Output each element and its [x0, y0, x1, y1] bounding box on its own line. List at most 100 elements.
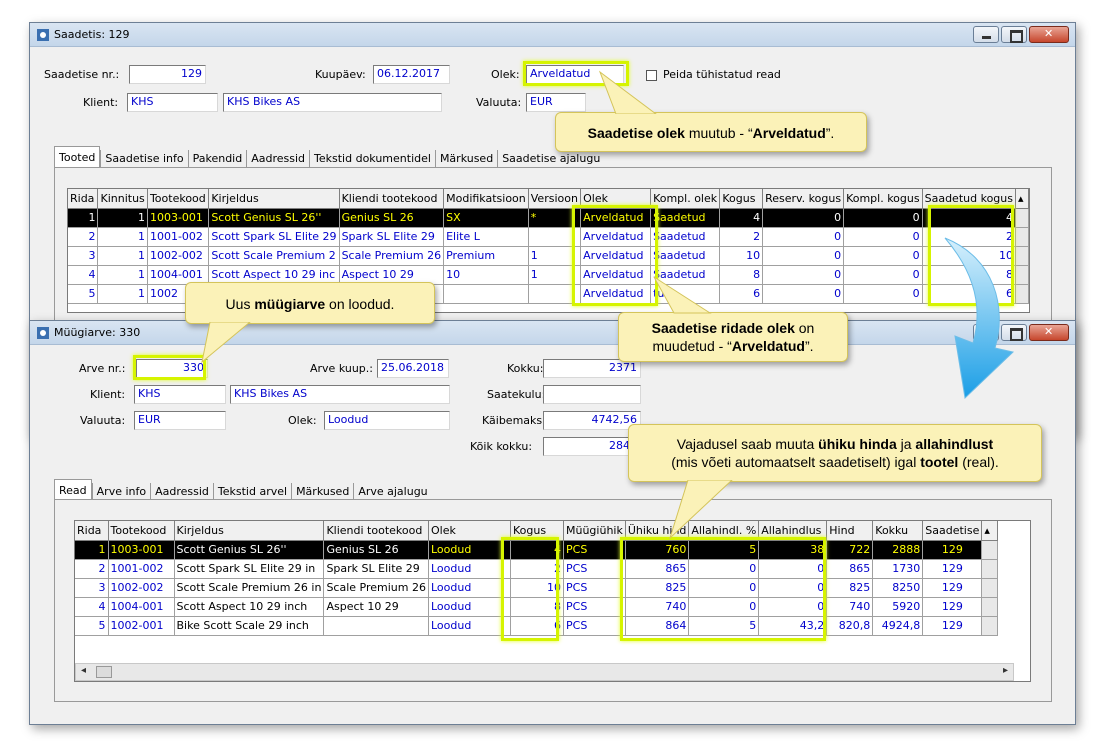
- horizontal-scrollbar[interactable]: ◂ ▸: [75, 663, 1014, 681]
- cell-muugiuhik[interactable]: PCS: [563, 540, 626, 560]
- cell-tootekood[interactable]: 1002-002: [147, 246, 210, 266]
- cell-olek[interactable]: Loodud: [428, 578, 511, 598]
- scroll-up-icon[interactable]: ▴: [1015, 189, 1029, 209]
- col-saadetise[interactable]: Saadetise: [922, 521, 983, 541]
- tab-pakendid[interactable]: Pakendid: [187, 150, 247, 167]
- col-tootekood[interactable]: Tootekood: [147, 189, 210, 209]
- valuuta-field[interactable]: EUR: [134, 411, 226, 430]
- cell-modifikatsioon[interactable]: 10: [443, 265, 529, 285]
- cell-rida[interactable]: 2: [75, 559, 109, 579]
- tab-aadressid[interactable]: Aadressid: [150, 483, 213, 500]
- cell-kirjeldus[interactable]: Scott Aspect 10 29 inch: [174, 597, 325, 617]
- cell-tootekood[interactable]: 1002-002: [108, 578, 175, 598]
- cell-tootekood[interactable]: 1001-002: [108, 559, 175, 579]
- cell-kliendi-tootekood[interactable]: Aspect 10 29: [323, 597, 429, 617]
- cell-tootekood[interactable]: 1003-001: [108, 540, 175, 560]
- col-rida[interactable]: Rida: [68, 189, 99, 209]
- cell-muugiuhik[interactable]: PCS: [563, 597, 626, 617]
- cell-kogus[interactable]: 4: [719, 208, 764, 228]
- col-tootekood[interactable]: Tootekood: [108, 521, 175, 541]
- cell-kompl-kogus[interactable]: 0: [843, 265, 923, 285]
- cell-kompl-olek[interactable]: Saadetud: [650, 227, 721, 247]
- col-reserv-kogus[interactable]: Reserv. kogus: [762, 189, 845, 209]
- cell-hind[interactable]: 722: [826, 540, 874, 560]
- cell-hind[interactable]: 820,8: [826, 616, 874, 636]
- tab-tekstid-arvel[interactable]: Tekstid arvel: [212, 483, 291, 500]
- col-kirjeldus[interactable]: Kirjeldus: [174, 521, 325, 541]
- cell-kirjeldus[interactable]: Scott Scale Premium 2: [208, 246, 340, 266]
- col-kompl-olek[interactable]: Kompl. olek: [650, 189, 721, 209]
- cell-kokku[interactable]: 1730: [872, 559, 924, 579]
- cell-kogus[interactable]: 6: [719, 284, 764, 304]
- cell-hind[interactable]: 825: [826, 578, 874, 598]
- cell-saadetise[interactable]: 129: [922, 616, 983, 636]
- saatekulu-field[interactable]: [543, 385, 641, 404]
- cell-kokku[interactable]: 5920: [872, 597, 924, 617]
- cell-kokku[interactable]: 8250: [872, 578, 924, 598]
- tab-markused[interactable]: Märkused: [434, 150, 497, 167]
- scroll-left-icon[interactable]: ◂: [81, 665, 86, 676]
- cell-reserv-kogus[interactable]: 0: [762, 265, 845, 285]
- close-button[interactable]: [1029, 26, 1069, 43]
- col-rida[interactable]: Rida: [75, 521, 109, 541]
- cell-kokku[interactable]: 4924,8: [872, 616, 924, 636]
- cell-kirjeldus[interactable]: Bike Scott Scale 29 inch: [174, 616, 325, 636]
- cell-kompl-olek[interactable]: Saadetud: [650, 246, 721, 266]
- cell-kogus[interactable]: 2: [719, 227, 764, 247]
- minimize-button[interactable]: [973, 26, 999, 43]
- col-kliendi-tootekood[interactable]: Kliendi tootekood: [323, 521, 429, 541]
- cell-kompl-kogus[interactable]: 0: [843, 284, 923, 304]
- table-row[interactable]: 3 1 1002-002 Scott Scale Premium 2 Scale Pre…: [68, 246, 1029, 266]
- cell-kinnitus[interactable]: 1: [97, 265, 148, 285]
- col-hind[interactable]: Hind: [826, 521, 874, 541]
- cell-hind[interactable]: 865: [826, 559, 874, 579]
- cell-kinnitus[interactable]: 1: [97, 208, 148, 228]
- klient-name-field[interactable]: KHS Bikes AS: [230, 385, 450, 404]
- tab-aadressid[interactable]: Aadressid: [246, 150, 309, 167]
- cell-rida[interactable]: 1: [68, 208, 99, 228]
- tab-markused[interactable]: Märkused: [291, 483, 353, 500]
- scroll-up-icon[interactable]: ▴: [981, 521, 999, 541]
- cell-rida[interactable]: 4: [75, 597, 109, 617]
- cell-kokku[interactable]: 2888: [872, 540, 924, 560]
- scrollbar-thumb[interactable]: [96, 666, 112, 678]
- saadetise-nr-field[interactable]: 129: [129, 65, 206, 84]
- col-olek[interactable]: Olek: [428, 521, 511, 541]
- tab-read[interactable]: Read: [54, 479, 92, 500]
- cell-kliendi-tootekood[interactable]: Spark SL Elite 29: [323, 559, 429, 579]
- cell-hind[interactable]: 740: [826, 597, 874, 617]
- cell-olek[interactable]: Loodud: [428, 597, 511, 617]
- cell-saadetise[interactable]: 129: [922, 578, 983, 598]
- cell-rida[interactable]: 5: [75, 616, 109, 636]
- table-row[interactable]: 1 1 1003-001 Scott Genius SL 26'' Genius SL …: [68, 208, 1029, 228]
- cell-tootekood[interactable]: 1003-001: [147, 208, 210, 228]
- cell-kliendi-tootekood[interactable]: Spark SL Elite 29: [339, 227, 445, 247]
- kuupaev-field[interactable]: 06.12.2017: [373, 65, 450, 84]
- saadetis-titlebar[interactable]: Saadetis: 129: [30, 23, 1075, 47]
- cell-kogus[interactable]: 10: [719, 246, 764, 266]
- cell-modifikatsioon[interactable]: Premium: [443, 246, 529, 266]
- cell-tootekood[interactable]: 1004-001: [108, 597, 175, 617]
- tab-arve-info[interactable]: Arve info: [91, 483, 150, 500]
- cell-olek[interactable]: Loodud: [428, 616, 511, 636]
- cell-rida[interactable]: 5: [68, 284, 99, 304]
- cell-kirjeldus[interactable]: Scott Spark SL Elite 29 in: [174, 559, 325, 579]
- cell-reserv-kogus[interactable]: 0: [762, 284, 845, 304]
- col-modifikatsioon[interactable]: Modifikatsioon: [443, 189, 529, 209]
- tab-tekstid-dokumentidel[interactable]: Tekstid dokumentidel: [309, 150, 435, 167]
- tab-arve-ajalugu[interactable]: Arve ajalugu: [353, 483, 431, 500]
- valuuta-field[interactable]: EUR: [526, 93, 586, 112]
- maximize-button[interactable]: [1001, 26, 1027, 43]
- cell-reserv-kogus[interactable]: 0: [762, 208, 845, 228]
- cell-tootekood[interactable]: 1002-001: [108, 616, 175, 636]
- cell-olek[interactable]: Loodud: [428, 540, 511, 560]
- cell-kirjeldus[interactable]: Scott Genius SL 26'': [174, 540, 325, 560]
- cell-modifikatsioon[interactable]: [443, 284, 529, 304]
- cell-kinnitus[interactable]: 1: [97, 227, 148, 247]
- cell-rida[interactable]: 2: [68, 227, 99, 247]
- tab-tooted[interactable]: Tooted: [54, 146, 101, 167]
- cell-kirjeldus[interactable]: Scott Spark SL Elite 29: [208, 227, 340, 247]
- cell-kompl-kogus[interactable]: 0: [843, 208, 923, 228]
- klient-code-field[interactable]: KHS: [127, 93, 218, 112]
- cell-muugiuhik[interactable]: PCS: [563, 578, 626, 598]
